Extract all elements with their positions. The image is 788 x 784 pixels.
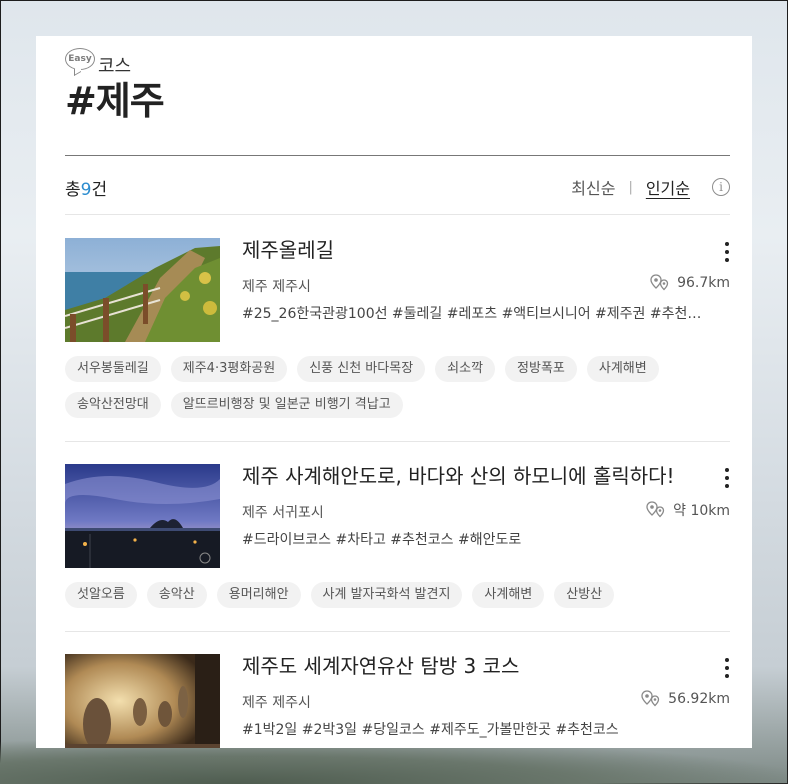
course-region: 제주 제주시: [242, 695, 311, 711]
spot-chip[interactable]: 알뜨르비행장 및 일본군 비행기 격납고: [170, 392, 403, 418]
page-title: #제주: [65, 79, 165, 123]
course-region: 제주 제주시: [242, 279, 311, 295]
spot-chip[interactable]: 섯알오름: [65, 582, 137, 608]
spot-chip[interactable]: 쇠소깍: [435, 356, 496, 382]
toolbar-divider: [65, 214, 730, 215]
course-thumbnail-sagye[interactable]: [65, 464, 220, 568]
spot-chip[interactable]: 서우봉둘레길: [65, 356, 161, 382]
course-panel: Easy 코스 #제주 총9건 최신순 | 인기순 i 제주올레길 제주 제주시…: [36, 36, 752, 748]
result-count: 총9건: [65, 175, 107, 200]
course-hashtags: #1박2일 #2박3일 #당일코스 #제주도_가볼만한곳 #추천코스: [242, 722, 619, 738]
item-divider: [65, 441, 730, 442]
more-options-icon[interactable]: [724, 468, 730, 488]
sort-latest-button[interactable]: 최신순: [571, 175, 615, 199]
sort-popular-button[interactable]: 인기순: [646, 175, 690, 199]
spot-chip[interactable]: 사계해변: [586, 356, 659, 382]
course-thumbnail-olle[interactable]: [65, 238, 220, 342]
course-distance: 96.7km: [650, 274, 730, 292]
spot-chip[interactable]: 신풍 신천 바다목장: [297, 356, 426, 382]
spot-chip[interactable]: 송악산전망대: [65, 392, 161, 418]
spot-chip[interactable]: 산방산: [554, 582, 615, 608]
count-number: 9: [80, 179, 92, 200]
sort-separator: |: [628, 179, 633, 195]
course-title[interactable]: 제주올레길: [242, 236, 334, 264]
course-region: 제주 서귀포시: [242, 505, 324, 521]
item-divider: [65, 631, 730, 632]
more-options-icon[interactable]: [724, 658, 730, 678]
course-distance: 약 10km: [646, 500, 730, 520]
spot-chip[interactable]: 송악산: [146, 582, 207, 608]
course-title[interactable]: 제주 사계해안도로, 바다와 산의 하모니에 홀릭하다!: [242, 462, 675, 490]
spot-chip-list: 섯알오름 송악산 용머리해안 사계 발자국화석 발견지 사계해변 산방산: [65, 582, 730, 608]
course-title[interactable]: 제주도 세계자연유산 탐방 3 코스: [242, 652, 519, 680]
spot-chip[interactable]: 사계 발자국화석 발견지: [310, 582, 463, 608]
spot-chip[interactable]: 사계해변: [472, 582, 545, 608]
sort-options: 최신순 | 인기순 i: [571, 175, 730, 199]
easy-badge-icon: Easy: [65, 48, 95, 70]
spot-chip[interactable]: 정방폭포: [505, 356, 577, 382]
course-hashtags: #25_26한국관광100선 #둘레길 #레포츠 #액티브시니어 #제주권 #추…: [242, 306, 712, 322]
distance-value: 56.92km: [668, 691, 730, 707]
header-divider: [65, 155, 730, 156]
location-pin-icon: [646, 501, 665, 518]
category-label: 코스: [98, 56, 132, 77]
count-prefix: 총: [65, 179, 81, 200]
count-suffix: 건: [91, 179, 108, 200]
spot-chip[interactable]: 용머리해안: [216, 582, 301, 608]
location-pin-icon: [641, 690, 660, 707]
distance-value: 약 10km: [673, 503, 730, 519]
more-options-icon[interactable]: [724, 242, 730, 262]
info-icon[interactable]: i: [712, 178, 730, 196]
distance-value: 96.7km: [677, 275, 730, 291]
course-hashtags: #드라이브코스 #차타고 #추천코스 #해안도로: [242, 532, 522, 548]
location-pin-icon: [650, 274, 669, 291]
spot-chip[interactable]: 제주4·3평화공원: [170, 356, 288, 382]
course-thumbnail-heritage[interactable]: [65, 654, 220, 748]
spot-chip-list: 서우봉둘레길 제주4·3평화공원 신풍 신천 바다목장 쇠소깍 정방폭포 사계해…: [65, 356, 730, 418]
category-header: Easy 코스: [65, 44, 132, 77]
result-toolbar: 총9건 최신순 | 인기순 i: [65, 174, 730, 200]
course-distance: 56.92km: [641, 690, 730, 708]
